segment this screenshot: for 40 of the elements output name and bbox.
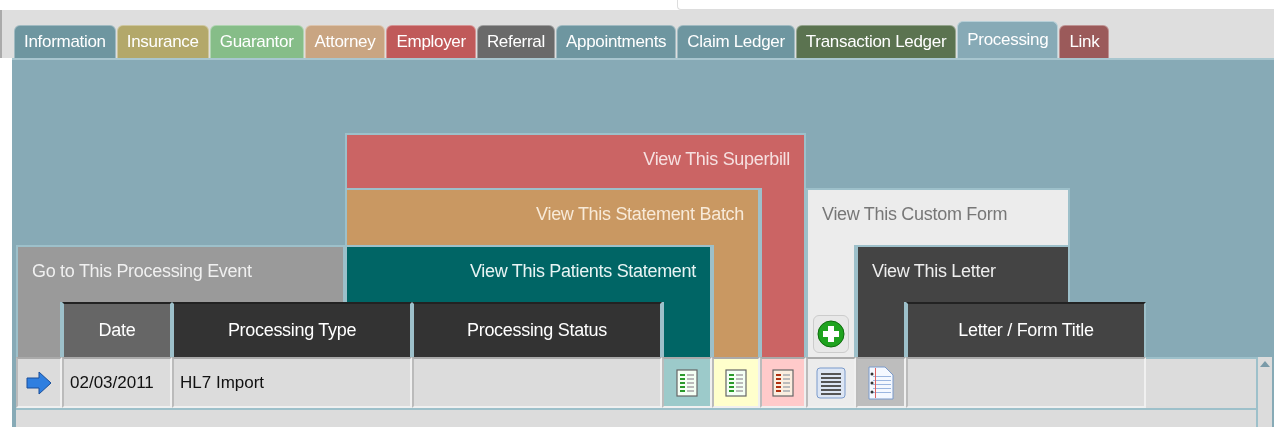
processing-event-link[interactable]: Go to This Processing Event bbox=[16, 245, 345, 302]
custom-form-button[interactable] bbox=[806, 357, 856, 408]
row-selector[interactable] bbox=[16, 357, 62, 408]
column-header: Processing Type bbox=[172, 302, 412, 357]
tab[interactable]: Information bbox=[14, 25, 116, 58]
column-header: Letter / Form Title bbox=[906, 302, 1146, 357]
patients-statement-link[interactable]: View This Patients Statement bbox=[345, 245, 712, 302]
tab[interactable]: Link bbox=[1059, 25, 1110, 58]
scrollbar[interactable] bbox=[1256, 357, 1272, 427]
custom-form-link[interactable]: View This Custom Form bbox=[806, 188, 1070, 245]
tab[interactable]: Claim Ledger bbox=[677, 25, 795, 58]
statement-button[interactable] bbox=[662, 357, 712, 408]
processing-event-band bbox=[16, 302, 62, 357]
arrow-icon bbox=[25, 370, 53, 395]
superbill-link[interactable]: View This Superbill bbox=[345, 133, 806, 188]
tab[interactable]: Appointments bbox=[555, 25, 677, 58]
tab[interactable]: Transaction Ledger bbox=[795, 25, 957, 58]
scroll-up-icon bbox=[1260, 361, 1270, 367]
add-button[interactable] bbox=[813, 315, 849, 353]
column-header: Processing Status bbox=[412, 302, 662, 357]
statement-batch-button[interactable] bbox=[712, 357, 760, 408]
tab[interactable]: Referral bbox=[476, 25, 555, 58]
tab[interactable]: Attorney bbox=[304, 25, 386, 58]
letter-link[interactable]: View This Letter bbox=[856, 245, 1070, 302]
patients-statement-band bbox=[662, 302, 712, 357]
tab[interactable]: Guarantor bbox=[209, 25, 304, 58]
column-header: Date bbox=[62, 302, 172, 357]
plus-icon bbox=[817, 320, 845, 348]
table-cell: 02/03/2011 bbox=[62, 357, 172, 408]
table-cell: HL7 Import bbox=[172, 357, 412, 408]
superbill-button[interactable] bbox=[760, 357, 806, 408]
document-icon bbox=[771, 367, 795, 398]
notebook-page-icon bbox=[867, 365, 895, 400]
document-icon bbox=[675, 367, 699, 398]
lined-list-icon bbox=[816, 366, 846, 399]
tab[interactable]: Employer bbox=[386, 25, 476, 58]
tab[interactable]: Insurance bbox=[116, 25, 209, 58]
statement-batch-link[interactable]: View This Statement Batch bbox=[345, 188, 760, 245]
tab[interactable]: Processing bbox=[957, 21, 1059, 58]
document-icon bbox=[724, 367, 748, 398]
